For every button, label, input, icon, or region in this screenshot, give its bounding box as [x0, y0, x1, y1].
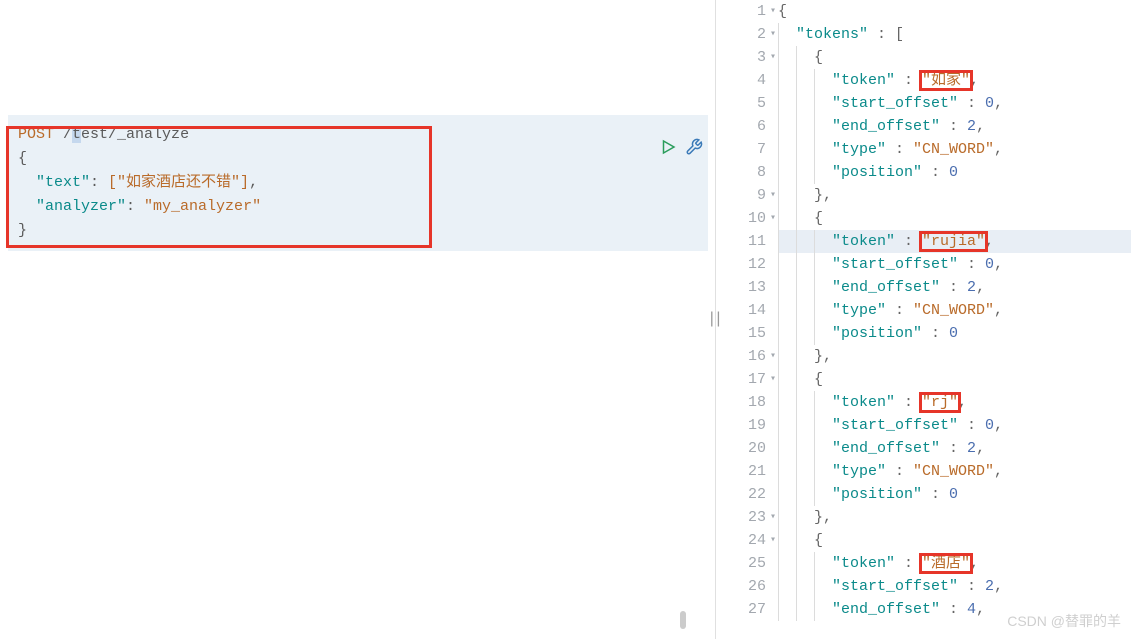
response-code[interactable]: {"tokens" : [{"token" : "如家","start_offs…	[778, 0, 1131, 639]
code-line: "start_offset" : 0,	[778, 414, 1131, 437]
code-line: {	[778, 368, 1131, 391]
line-number: 10▾	[716, 207, 766, 230]
highlight-box-token	[919, 553, 973, 574]
line-number: 15	[716, 322, 766, 345]
line-number: 24▾	[716, 529, 766, 552]
code-line: "type" : "CN_WORD",	[778, 138, 1131, 161]
line-number: 20	[716, 437, 766, 460]
request-editor[interactable]: POST /test/_analyze { "text": ["如家酒店还不错"…	[8, 115, 708, 251]
highlight-box-token	[919, 231, 988, 252]
body-open-brace: {	[18, 150, 27, 167]
code-line: },	[778, 345, 1131, 368]
code-line: "token" : "rujia",	[778, 230, 1131, 253]
line-number: 4	[716, 69, 766, 92]
analyzer-key: "analyzer"	[36, 198, 126, 215]
fold-caret-icon[interactable]: ▾	[770, 368, 776, 391]
line-number: 25	[716, 552, 766, 575]
line-number: 13	[716, 276, 766, 299]
line-number: 18	[716, 391, 766, 414]
code-line: {	[778, 529, 1131, 552]
analyzer-value: "my_analyzer"	[144, 198, 261, 215]
wrench-icon[interactable]	[685, 138, 703, 161]
line-number: 14	[716, 299, 766, 322]
code-line: "start_offset" : 0,	[778, 253, 1131, 276]
line-number: 7	[716, 138, 766, 161]
fold-caret-icon[interactable]: ▾	[770, 184, 776, 207]
code-line: "tokens" : [	[778, 23, 1131, 46]
fold-caret-icon[interactable]: ▾	[770, 23, 776, 46]
watermark: CSDN @替罪的羊	[1007, 611, 1121, 631]
request-actions	[659, 138, 703, 161]
line-number: 5	[716, 92, 766, 115]
line-number: 3▾	[716, 46, 766, 69]
line-gutter: 1▾2▾3▾456789▾10▾111213141516▾17▾18192021…	[716, 0, 778, 639]
code-line: "token" : "rj",	[778, 391, 1131, 414]
code-line: "token" : "酒店",	[778, 552, 1131, 575]
line-number: 11	[716, 230, 766, 253]
highlight-box-token	[919, 392, 961, 413]
line-number: 16▾	[716, 345, 766, 368]
line-number: 12	[716, 253, 766, 276]
line-number: 2▾	[716, 23, 766, 46]
code-line: },	[778, 184, 1131, 207]
text-value: ["如家酒店还不错"]	[108, 174, 249, 191]
line-number: 26	[716, 575, 766, 598]
play-icon[interactable]	[659, 138, 677, 161]
code-line: "start_offset" : 2,	[778, 575, 1131, 598]
highlight-box-token	[919, 70, 973, 91]
line-number: 17▾	[716, 368, 766, 391]
response-panel: 1▾2▾3▾456789▾10▾111213141516▾17▾18192021…	[715, 0, 1131, 639]
scroll-handle[interactable]	[680, 611, 686, 629]
code-line: "token" : "如家",	[778, 69, 1131, 92]
line-number: 19	[716, 414, 766, 437]
code-line: {	[778, 0, 1131, 23]
line-number: 6	[716, 115, 766, 138]
request-panel: POST /test/_analyze { "text": ["如家酒店还不错"…	[0, 0, 715, 639]
app-container: POST /test/_analyze { "text": ["如家酒店还不错"…	[0, 0, 1131, 639]
fold-caret-icon[interactable]: ▾	[770, 345, 776, 368]
code-line: {	[778, 207, 1131, 230]
code-line: "end_offset" : 2,	[778, 276, 1131, 299]
code-line: "position" : 0	[778, 483, 1131, 506]
line-number: 22	[716, 483, 766, 506]
line-number: 21	[716, 460, 766, 483]
line-number: 23▾	[716, 506, 766, 529]
fold-caret-icon[interactable]: ▾	[770, 0, 776, 23]
line-number: 8	[716, 161, 766, 184]
body-close-brace: }	[18, 222, 27, 239]
request-path-suffix: est/_analyze	[81, 126, 189, 143]
fold-caret-icon[interactable]: ▾	[770, 207, 776, 230]
panel-divider-handle[interactable]: ||	[707, 310, 715, 330]
code-line: "type" : "CN_WORD",	[778, 299, 1131, 322]
code-line: "type" : "CN_WORD",	[778, 460, 1131, 483]
code-line: "position" : 0	[778, 161, 1131, 184]
code-line: "position" : 0	[778, 322, 1131, 345]
http-method: POST	[18, 126, 54, 143]
line-number: 9▾	[716, 184, 766, 207]
text-key: "text"	[36, 174, 90, 191]
code-line: {	[778, 46, 1131, 69]
line-number: 27	[716, 598, 766, 621]
fold-caret-icon[interactable]: ▾	[770, 506, 776, 529]
code-line: "end_offset" : 2,	[778, 437, 1131, 460]
code-line: "end_offset" : 2,	[778, 115, 1131, 138]
request-path-selection: t	[72, 126, 81, 143]
fold-caret-icon[interactable]: ▾	[770, 529, 776, 552]
request-path-prefix: /	[54, 126, 72, 143]
code-line: "start_offset" : 0,	[778, 92, 1131, 115]
line-number: 1▾	[716, 0, 766, 23]
code-line: },	[778, 506, 1131, 529]
fold-caret-icon[interactable]: ▾	[770, 46, 776, 69]
